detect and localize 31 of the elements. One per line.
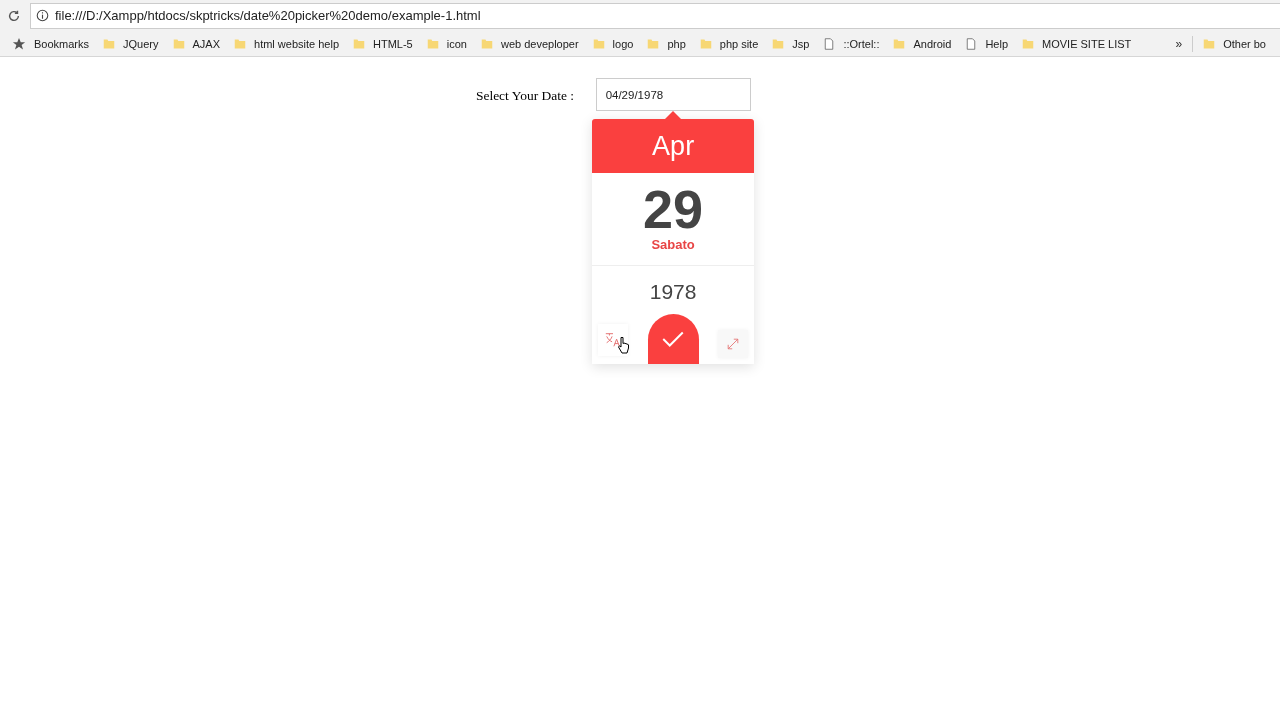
- bookmark-item[interactable]: Help: [965, 36, 1009, 51]
- date-label: Select Your Date :: [475, 88, 575, 105]
- hand-cursor-icon: [617, 336, 632, 354]
- bookmark-item[interactable]: Android: [893, 36, 952, 51]
- bookmark-item[interactable]: web deveploper: [480, 36, 579, 51]
- page-icon: [823, 36, 836, 51]
- bookmark-item[interactable]: php: [647, 36, 686, 51]
- day-number[interactable]: 29: [643, 181, 704, 237]
- bookmark-item[interactable]: ::Ortel::: [823, 36, 880, 51]
- bookmark-item[interactable]: AJAX: [172, 36, 220, 51]
- bookmark-item[interactable]: html website help: [234, 36, 339, 51]
- bookmark-item[interactable]: MOVIE SITE LIST: [1022, 36, 1132, 51]
- confirm-button[interactable]: [647, 314, 699, 364]
- month-header[interactable]: Apr: [592, 119, 755, 173]
- year[interactable]: 1978: [649, 280, 697, 304]
- address-bar[interactable]: file:///D:/Xampp/htdocs/skptricks/date%20picker%20demo/example-1.html: [30, 2, 1280, 29]
- date-input[interactable]: 04/29/1978: [595, 78, 751, 111]
- bookmark-item[interactable]: JQuery: [103, 36, 159, 51]
- more-bookmarks-button[interactable]: »: [1175, 36, 1183, 51]
- bookmark-item[interactable]: php site: [699, 36, 759, 51]
- bookmark-item[interactable]: Jsp: [772, 36, 810, 51]
- star-icon: [12, 36, 26, 51]
- bookmark-item[interactable]: logo: [592, 36, 634, 51]
- bookmark-item[interactable]: Other bo: [1203, 36, 1266, 51]
- bookmarks-button[interactable]: Bookmarks: [12, 36, 90, 51]
- page-icon: [965, 36, 978, 51]
- bookmark-item[interactable]: HTML-5: [353, 36, 413, 51]
- weekday: Sabato: [651, 237, 695, 252]
- info-icon[interactable]: [36, 9, 49, 22]
- bookmark-item[interactable]: icon: [426, 36, 467, 51]
- reload-icon[interactable]: [7, 8, 21, 23]
